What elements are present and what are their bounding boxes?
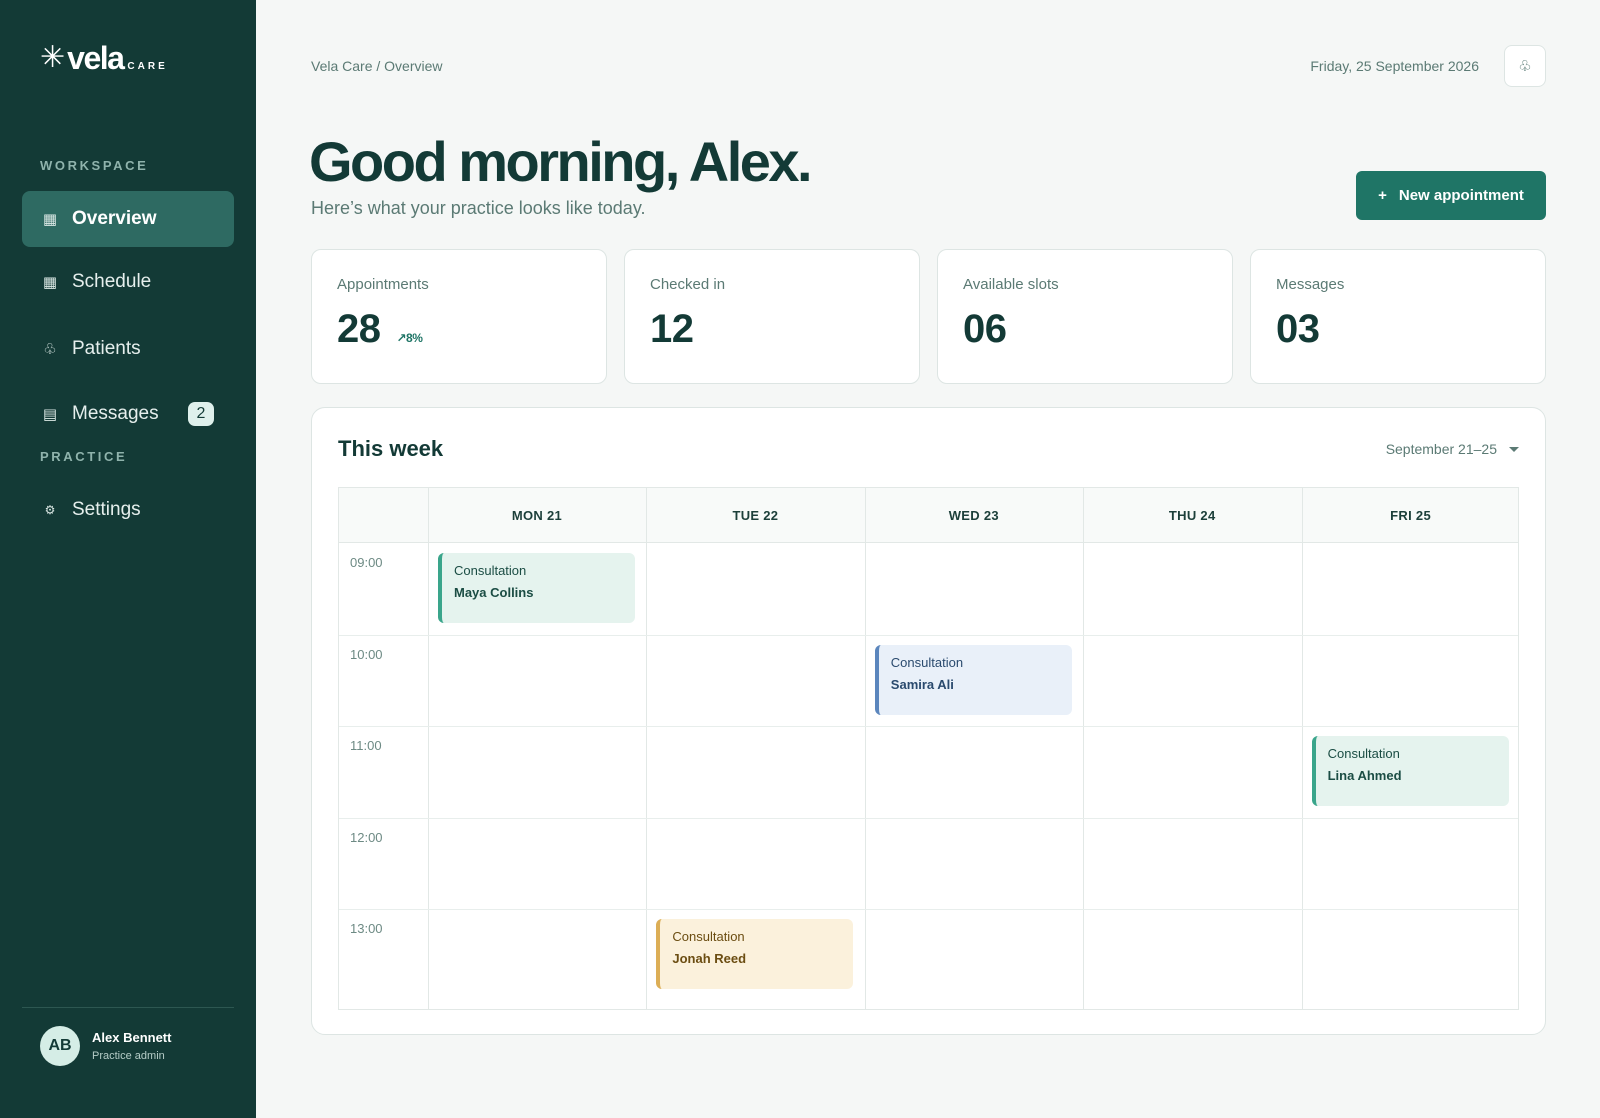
stat-value-row: 28 ↗8%	[337, 307, 581, 352]
stat-card-checked-in[interactable]: Checked in 12	[624, 249, 920, 384]
grid-column-line	[1301, 488, 1303, 1009]
sidebar-item-settings[interactable]: ⚙ Settings	[22, 482, 234, 538]
calendar-icon: ▦	[42, 273, 58, 291]
stat-value: 06	[963, 307, 1007, 351]
day-header: FRI 25	[1390, 508, 1431, 523]
chevron-down-icon	[1509, 446, 1519, 452]
asterisk-logo-icon: ✳	[40, 40, 66, 75]
user-role: Practice admin	[92, 1050, 165, 1062]
grid-column-line	[864, 488, 866, 1009]
stat-value: 28	[337, 307, 381, 351]
appointment-patient: Lina Ahmed	[1327, 768, 1402, 783]
stat-label: Messages	[1276, 276, 1345, 293]
stat-label: Appointments	[337, 276, 429, 293]
brand-sub: CARE	[127, 61, 168, 72]
stat-card-available-slots[interactable]: Available slots 06	[937, 249, 1233, 384]
user-profile[interactable]: AB Alex Bennett Practice admin	[40, 1026, 171, 1066]
week-range-dropdown[interactable]: September 21–25	[1386, 441, 1519, 457]
appointment-event[interactable]: Consultation Samira Ali	[874, 644, 1072, 715]
stat-value: 12	[650, 307, 694, 351]
time-label: 12:00	[350, 829, 383, 845]
day-header: TUE 22	[732, 508, 779, 523]
new-appointment-label: New appointment	[1398, 187, 1524, 204]
notification-icon: ♧	[1518, 57, 1532, 75]
user-meta: Alex Bennett Practice admin	[92, 1030, 171, 1062]
sidebar-item-patients[interactable]: ♧ Patients	[22, 321, 234, 377]
sidebar-item-overview[interactable]: ▦ Overview	[22, 191, 234, 247]
day-header: WED 23	[948, 508, 999, 523]
section-label-practice: PRACTICE	[40, 449, 128, 464]
sidebar: ✳ vela CARE WORKSPACE ▦ Overview ▦ Sched…	[0, 0, 256, 1118]
page-title: Good morning, Alex.	[309, 130, 813, 193]
avatar: AB	[40, 1026, 80, 1066]
stat-label: Checked in	[650, 276, 726, 293]
messages-count-badge: 2	[188, 402, 214, 426]
grid-column-line	[428, 488, 429, 1009]
breadcrumb: Vela Care / Overview	[311, 58, 443, 74]
appointment-type: Consultation	[672, 929, 745, 944]
sidebar-divider	[22, 1007, 234, 1008]
grid-row-line	[339, 909, 1518, 910]
stat-card-messages[interactable]: Messages 03	[1250, 249, 1546, 384]
appointment-type: Consultation	[1327, 746, 1400, 761]
grid-row-line	[339, 817, 1518, 819]
sidebar-item-messages[interactable]: ▤ Messages 2	[22, 386, 234, 442]
sidebar-item-label: Messages	[72, 403, 159, 424]
trend-badge: ↗8%	[396, 331, 423, 345]
grid-icon: ▦	[42, 210, 58, 228]
appointment-type: Consultation	[454, 563, 527, 578]
sidebar-item-schedule[interactable]: ▦ Schedule	[22, 254, 234, 310]
appointment-patient: Maya Collins	[454, 585, 534, 600]
patients-icon: ♧	[43, 340, 57, 358]
appointment-patient: Jonah Reed	[672, 951, 747, 966]
page-subtitle: Here’s what your practice looks like tod…	[311, 198, 646, 218]
sidebar-item-label: Overview	[72, 208, 157, 229]
plus-icon: +	[1378, 187, 1387, 204]
section-label-workspace: WORKSPACE	[40, 158, 149, 173]
time-label: 11:00	[350, 738, 382, 753]
current-date: Friday, 25 September 2026	[1310, 58, 1479, 74]
appointment-type: Consultation	[890, 654, 964, 670]
day-header: THU 24	[1168, 508, 1216, 523]
gear-icon: ⚙	[44, 503, 56, 517]
sidebar-item-label: Patients	[72, 338, 141, 359]
appointment-event[interactable]: Consultation Maya Collins	[438, 553, 635, 623]
week-panel: This week September 21–25 MON 21 TUE 22 …	[311, 407, 1546, 1035]
week-calendar-grid: MON 21 TUE 22 WED 23 THU 24 FRI 25 09:00…	[338, 487, 1519, 1010]
day-header: MON 21	[511, 508, 563, 523]
sidebar-item-label: Schedule	[72, 271, 152, 292]
grid-row-line	[339, 726, 1518, 727]
time-label: 10:00	[350, 646, 383, 662]
week-title: This week	[338, 436, 444, 461]
user-name: Alex Bennett	[92, 1030, 172, 1045]
stat-card-appointments[interactable]: Appointments 28 ↗8%	[311, 249, 607, 384]
sidebar-item-label: Settings	[72, 499, 141, 520]
notifications-button[interactable]: ♧	[1504, 45, 1546, 87]
week-range-label: September 21–25	[1385, 441, 1497, 457]
grid-column-line	[1083, 488, 1085, 1009]
appointment-patient: Samira Ali	[890, 676, 954, 692]
new-appointment-button[interactable]: + New appointment	[1356, 171, 1546, 220]
appointment-event[interactable]: Consultation Lina Ahmed	[1311, 736, 1509, 806]
grid-row-line	[339, 634, 1518, 636]
time-label: 13:00	[350, 921, 383, 936]
stat-value: 03	[1276, 307, 1320, 351]
appointment-event[interactable]: Consultation Jonah Reed	[656, 919, 854, 989]
grid-column-line	[646, 488, 648, 1009]
messages-icon: ▤	[42, 405, 58, 423]
brand-name: vela	[67, 40, 125, 76]
brand-logo[interactable]: ✳ vela CARE	[40, 40, 168, 76]
stat-label: Available slots	[963, 276, 1059, 293]
time-label: 09:00	[350, 555, 383, 570]
